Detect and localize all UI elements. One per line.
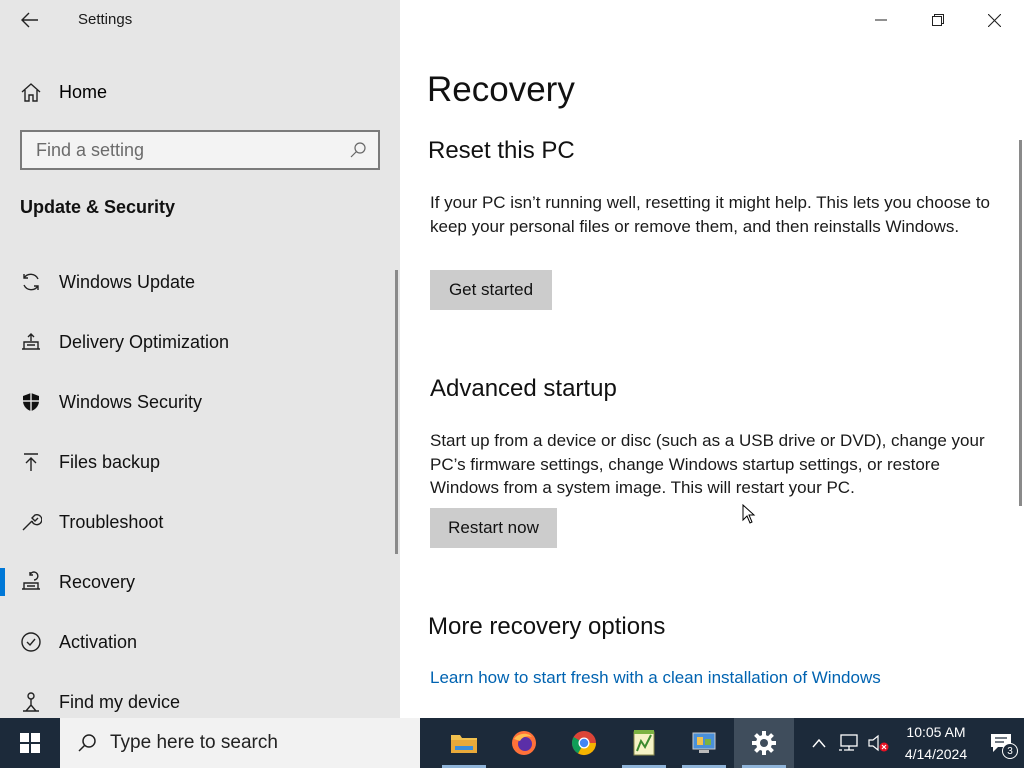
sidebar-item-label: Activation [59, 631, 138, 652]
advanced-startup-description: Start up from a device or disc (such as … [430, 431, 985, 497]
restore-button[interactable] [909, 0, 966, 40]
notification-count-badge: 3 [1002, 743, 1018, 759]
sidebar-item-delivery-optimization[interactable]: Delivery Optimization [0, 312, 396, 372]
sidebar-item-label: Troubleshoot [59, 511, 164, 532]
settings-sidebar: Settings Home Update & Security Windows … [0, 0, 400, 718]
file-explorer-icon[interactable] [434, 718, 494, 768]
reset-pc-description: If your PC isn’t running well, resetting… [430, 193, 991, 236]
reset-pc-heading: Reset this PC [428, 137, 575, 164]
delivery-optimization-icon [18, 329, 44, 355]
restore-icon [931, 14, 944, 26]
advanced-startup-heading: Advanced startup [430, 375, 617, 402]
sidebar-item-label: Recovery [59, 571, 136, 592]
clock-date: 4/14/2024 [904, 746, 968, 762]
app-title: Settings [78, 11, 133, 28]
clock[interactable]: 10:05 AM 4/14/2024 [894, 721, 978, 765]
sidebar-item-find-my-device[interactable]: Find my device [0, 672, 396, 718]
sidebar-item-label: Delivery Optimization [59, 331, 230, 352]
chrome-icon[interactable] [554, 718, 614, 768]
restart-now-button[interactable]: Restart now [430, 508, 557, 548]
sidebar-item-label: Find my device [59, 691, 181, 712]
sidebar-scrollbar[interactable] [395, 270, 398, 554]
volume-muted-icon[interactable] [864, 718, 894, 768]
find-device-icon [18, 689, 44, 715]
sidebar-item-label: Windows Security [59, 391, 203, 412]
taskbar-search-input[interactable] [110, 732, 420, 754]
search-icon [346, 138, 370, 162]
minimize-icon [874, 19, 887, 21]
system-tray: 10:05 AM 4/14/2024 3 [804, 718, 1024, 768]
get-started-button[interactable]: Get started [430, 270, 552, 310]
windows-logo-icon [20, 733, 40, 753]
notepad-plus-plus-icon[interactable] [614, 718, 674, 768]
firefox-icon[interactable] [494, 718, 554, 768]
start-button[interactable] [0, 718, 60, 768]
settings-nav-list: Windows Update Delivery Optimization Win… [0, 252, 396, 718]
settings-gear-icon[interactable] [734, 718, 794, 768]
shield-icon [18, 389, 44, 415]
page-title: Recovery [427, 70, 575, 109]
sidebar-item-windows-security[interactable]: Windows Security [0, 372, 396, 432]
taskbar-search-box[interactable] [60, 718, 420, 768]
find-setting-input[interactable] [36, 139, 346, 161]
home-label: Home [59, 81, 108, 102]
mouse-pointer-icon [742, 503, 756, 529]
taskbar: 10:05 AM 4/14/2024 3 [0, 718, 1024, 768]
home-nav-item[interactable]: Home [18, 78, 107, 106]
find-setting-search[interactable] [20, 130, 380, 170]
sidebar-item-troubleshoot[interactable]: Troubleshoot [0, 492, 396, 552]
search-icon [76, 732, 98, 754]
check-circle-icon [18, 629, 44, 655]
recovery-page: Recovery Reset this PC If your PC isn’t … [400, 0, 1024, 718]
content-scrollbar[interactable] [1019, 140, 1022, 506]
section-title: Update & Security [20, 197, 176, 217]
backup-arrow-icon [18, 449, 44, 475]
action-center-button[interactable]: 3 [978, 718, 1024, 768]
more-recovery-heading: More recovery options [428, 613, 666, 640]
back-button[interactable] [14, 6, 46, 34]
sidebar-item-windows-update[interactable]: Windows Update [0, 252, 396, 312]
sidebar-item-recovery[interactable]: Recovery [0, 552, 396, 612]
sidebar-item-activation[interactable]: Activation [0, 612, 396, 672]
refresh-icon [18, 269, 44, 295]
sidebar-item-label: Files backup [59, 451, 161, 472]
back-arrow-icon [21, 12, 38, 28]
network-icon[interactable] [834, 718, 864, 768]
clock-time: 10:05 AM [906, 724, 966, 740]
close-button[interactable] [966, 0, 1023, 40]
wrench-icon [18, 509, 44, 535]
recovery-icon [18, 569, 44, 595]
chevron-up-icon[interactable] [804, 718, 834, 768]
minimize-button[interactable] [852, 0, 909, 40]
clean-install-link[interactable]: Learn how to start fresh with a clean in… [430, 668, 881, 688]
control-panel-icon[interactable] [674, 718, 734, 768]
sidebar-item-label: Windows Update [59, 271, 196, 292]
close-icon [988, 13, 1001, 27]
home-icon [18, 79, 44, 105]
sidebar-item-files-backup[interactable]: Files backup [0, 432, 396, 492]
